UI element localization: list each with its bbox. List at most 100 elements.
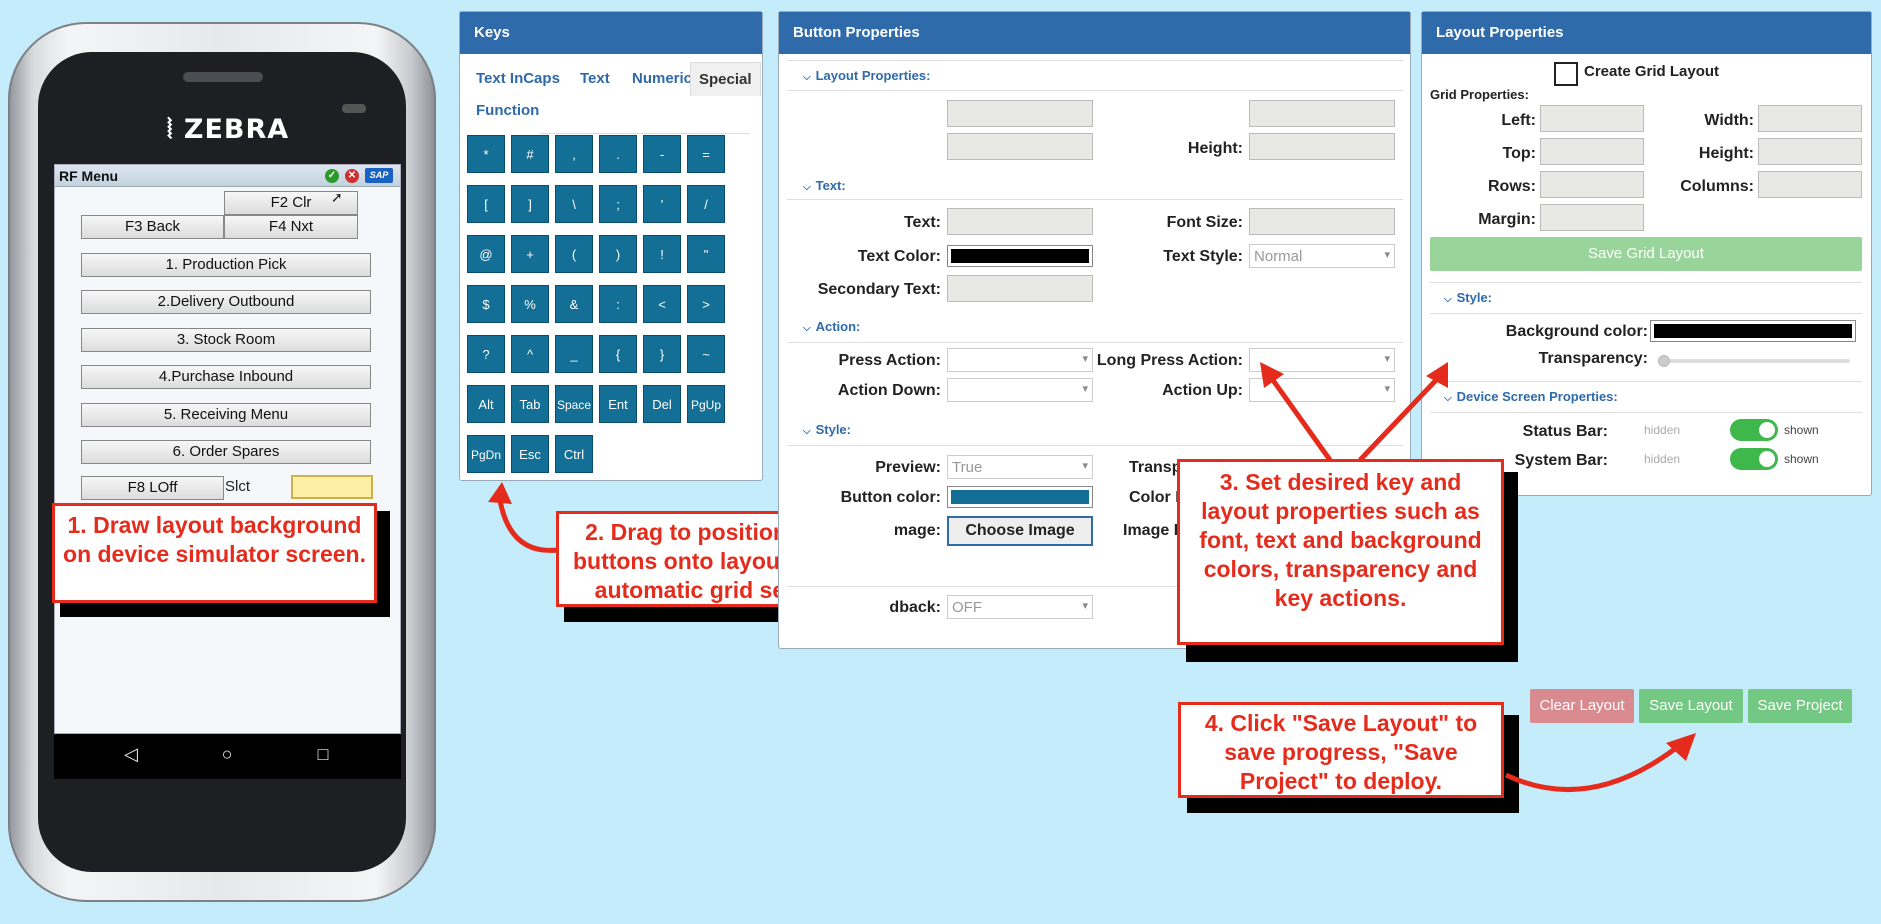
key-button[interactable]: ^ (511, 335, 549, 373)
section-device-screen[interactable]: Device Screen Properties: (1444, 389, 1618, 404)
status-bar-toggle[interactable] (1730, 419, 1778, 441)
key-button[interactable]: @ (467, 235, 505, 273)
back-icon[interactable]: ◁ (116, 744, 146, 765)
grid-width-input[interactable] (1758, 105, 1862, 132)
system-bar-toggle[interactable] (1730, 448, 1778, 470)
f8-logoff-button[interactable]: F8 LOff (81, 476, 224, 500)
check-icon[interactable]: ✓ (325, 169, 339, 183)
f3-back-button[interactable]: F3 Back (81, 215, 224, 239)
choose-image-button[interactable]: Choose Image (947, 516, 1093, 546)
tab-text-incaps[interactable]: Text InCaps (468, 62, 568, 95)
tab-special[interactable]: Special (690, 62, 761, 96)
key-button[interactable]: , (555, 135, 593, 173)
tab-numeric[interactable]: Numeric (624, 62, 700, 95)
key-button[interactable]: . (599, 135, 637, 173)
menu-item-order-spares[interactable]: 6. Order Spares (81, 440, 371, 464)
grid-margin-input[interactable] (1540, 204, 1644, 231)
key-button[interactable]: < (643, 285, 681, 323)
key-button[interactable]: * (467, 135, 505, 173)
zebra-icon: ⦚ (166, 114, 174, 145)
grid-left-label: Left: (1501, 112, 1536, 129)
top-input[interactable] (947, 133, 1093, 160)
key-button[interactable]: { (599, 335, 637, 373)
key-button[interactable]: ] (511, 185, 549, 223)
key-button[interactable]: ' (643, 185, 681, 223)
key-button[interactable]: Alt (467, 385, 505, 423)
section-style[interactable]: Style: (803, 422, 851, 437)
menu-item-production-pick[interactable]: 1. Production Pick (81, 253, 371, 277)
key-button[interactable]: $ (467, 285, 505, 323)
create-grid-checkbox[interactable] (1554, 62, 1578, 86)
key-button[interactable]: + (511, 235, 549, 273)
select-input[interactable] (291, 475, 373, 499)
home-icon[interactable]: ○ (212, 744, 242, 765)
transparency-slider-thumb[interactable] (1658, 355, 1670, 367)
tab-text[interactable]: Text (572, 62, 618, 95)
grid-rows-input[interactable] (1540, 171, 1644, 198)
key-button[interactable]: ? (467, 335, 505, 373)
width-input[interactable] (1249, 100, 1395, 127)
menu-item-purchase-inbound[interactable]: 4.Purchase Inbound (81, 365, 371, 389)
feedback-select[interactable]: OFF (947, 595, 1093, 619)
key-button[interactable]: \ (555, 185, 593, 223)
height-input[interactable] (1249, 133, 1395, 160)
key-button[interactable]: # (511, 135, 549, 173)
key-button[interactable]: - (643, 135, 681, 173)
tab-function[interactable]: Function (468, 94, 547, 127)
grid-top-input[interactable] (1540, 138, 1644, 165)
save-layout-button[interactable]: Save Layout (1639, 689, 1743, 723)
clear-layout-button[interactable]: Clear Layout (1530, 689, 1634, 723)
key-button[interactable]: & (555, 285, 593, 323)
grid-margin-label: Margin: (1478, 211, 1536, 228)
section-layout-properties[interactable]: Layout Properties: (803, 68, 931, 83)
key-button[interactable]: ! (643, 235, 681, 273)
button-color-picker[interactable] (947, 486, 1093, 508)
grid-left-input[interactable] (1540, 105, 1644, 132)
secondary-text-input[interactable] (947, 275, 1093, 302)
key-button[interactable]: Tab (511, 385, 549, 423)
key-button[interactable]: = (687, 135, 725, 173)
key-button[interactable]: Del (643, 385, 681, 423)
section-action[interactable]: Action: (803, 319, 861, 334)
divider (787, 60, 1403, 61)
key-button[interactable]: ~ (687, 335, 725, 373)
font-size-input[interactable] (1249, 208, 1395, 235)
key-button[interactable]: ) (599, 235, 637, 273)
left-input[interactable] (947, 100, 1093, 127)
key-button[interactable]: > (687, 285, 725, 323)
key-button[interactable]: Ent (599, 385, 637, 423)
grid-height-input[interactable] (1758, 138, 1862, 165)
text-style-select[interactable]: Normal (1249, 244, 1395, 268)
device-screen[interactable]: RF Menu ✓ ✕ SAP F2 Clr ➚ F3 Back F4 Nxt … (54, 164, 401, 734)
preview-select[interactable]: True (947, 455, 1093, 479)
key-button[interactable]: PgDn (467, 435, 505, 473)
key-button[interactable]: Ctrl (555, 435, 593, 473)
key-button[interactable]: _ (555, 335, 593, 373)
key-button[interactable]: } (643, 335, 681, 373)
background-color-picker[interactable] (1650, 320, 1856, 342)
text-color-picker[interactable] (947, 245, 1093, 267)
key-button[interactable]: : (599, 285, 637, 323)
transparency-slider[interactable] (1658, 359, 1850, 363)
recent-apps-icon[interactable]: □ (308, 744, 338, 765)
grid-columns-input[interactable] (1758, 171, 1862, 198)
key-button[interactable]: [ (467, 185, 505, 223)
key-button[interactable]: ; (599, 185, 637, 223)
menu-item-stock-room[interactable]: 3. Stock Room (81, 328, 371, 352)
close-icon[interactable]: ✕ (345, 169, 359, 183)
section-text[interactable]: Text: (803, 178, 846, 193)
key-button[interactable]: PgUp (687, 385, 725, 423)
save-project-button[interactable]: Save Project (1748, 689, 1852, 723)
key-button[interactable]: % (511, 285, 549, 323)
key-button[interactable]: Esc (511, 435, 549, 473)
key-button[interactable]: / (687, 185, 725, 223)
section-layout-style[interactable]: Style: (1444, 290, 1492, 305)
key-button[interactable]: Space (555, 385, 593, 423)
f4-next-button[interactable]: F4 Nxt (224, 215, 358, 239)
menu-item-receiving-menu[interactable]: 5. Receiving Menu (81, 403, 371, 427)
menu-item-delivery-outbound[interactable]: 2.Delivery Outbound (81, 290, 371, 314)
key-button[interactable]: " (687, 235, 725, 273)
key-button[interactable]: ( (555, 235, 593, 273)
save-grid-layout-button[interactable]: Save Grid Layout (1430, 237, 1862, 271)
text-input[interactable] (947, 208, 1093, 235)
